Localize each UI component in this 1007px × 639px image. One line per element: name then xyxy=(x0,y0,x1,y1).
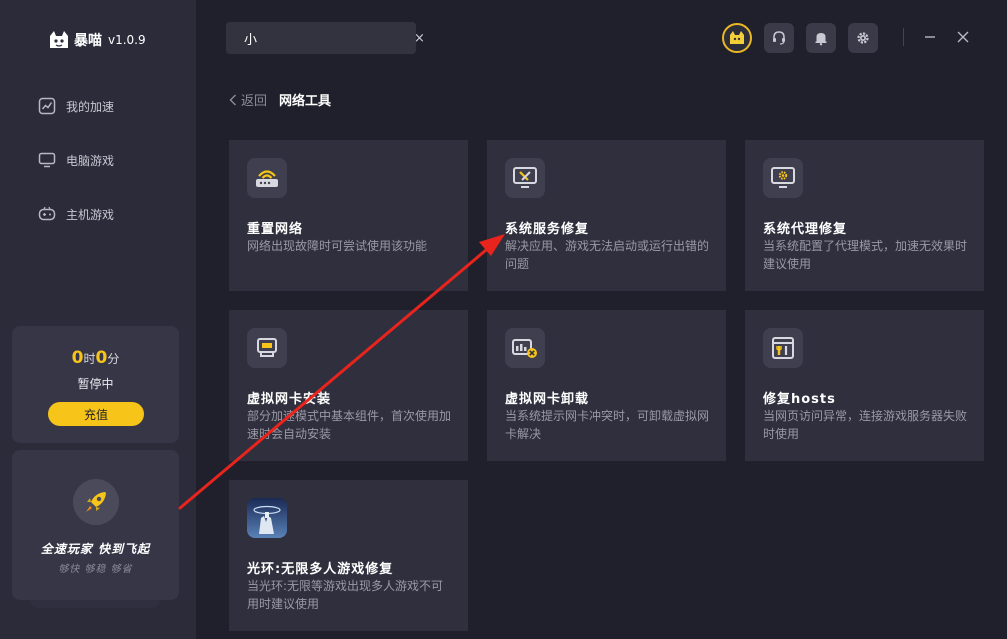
remaining-time: 0时0分 xyxy=(12,348,179,368)
headset-icon xyxy=(773,31,785,45)
sidebar-item-label: 我的加速 xyxy=(66,99,115,114)
clear-icon[interactable]: × xyxy=(414,31,425,46)
back-label: 返回 xyxy=(241,94,268,109)
tool-title: 虚拟网卡卸载 xyxy=(505,392,590,407)
tool-title: 光环:无限多人游戏修复 xyxy=(247,562,394,577)
monitor-gear-icon-wrap xyxy=(763,158,803,198)
browser-tools-icon-wrap xyxy=(763,328,803,368)
minimize-button[interactable] xyxy=(922,26,938,48)
close-button[interactable] xyxy=(954,26,972,48)
rocket-icon-wrap xyxy=(73,479,119,525)
cat-logo-icon xyxy=(50,31,68,48)
app-version: v1.0.9 xyxy=(108,33,146,47)
sidebar-item-label: 电脑游戏 xyxy=(66,153,115,168)
rocket-icon xyxy=(86,492,106,512)
tool-description: 当系统提示网卡冲突时，可卸载虚拟网卡解决 xyxy=(505,409,710,441)
tool-description: 解决应用、游戏无法启动或运行出错的问题 xyxy=(505,239,710,271)
tool-card-virtual-nic-uninstall[interactable]: 虚拟网卡卸载 当系统提示网卡冲突时，可卸载虚拟网卡解决 xyxy=(487,310,726,461)
sidebar-item-console-games[interactable]: 主机游戏 xyxy=(38,202,114,226)
browser-tools-icon xyxy=(772,337,794,359)
time-minutes: 0 xyxy=(95,348,108,368)
tool-card-virtual-nic-install[interactable]: 虚拟网卡安装 部分加速模式中基本组件，首次使用加速时会自动安装 xyxy=(229,310,468,461)
tool-description: 当光环:无限等游戏出现多人游戏不可用时建议使用 xyxy=(247,579,444,611)
router-icon xyxy=(256,170,278,187)
monitor-tools-icon xyxy=(513,167,537,188)
network-card-icon xyxy=(257,338,277,357)
search-box: × xyxy=(226,22,425,54)
tool-description: 网络出现故障时可尝试使用该功能 xyxy=(247,239,428,253)
acceleration-status: 暂停中 xyxy=(77,377,114,391)
promo-subtitle: 够快 够稳 够省 xyxy=(58,564,133,575)
promo-title: 全速玩家 快到飞起 xyxy=(40,542,151,556)
avatar-cat-icon xyxy=(730,31,744,44)
notifications-button[interactable] xyxy=(806,23,836,53)
time-card: 0时0分 暂停中 充值 xyxy=(12,326,179,443)
monitor-tools-icon-wrap xyxy=(505,158,545,198)
tool-title: 系统服务修复 xyxy=(505,222,590,237)
tool-card-repair-hosts[interactable]: 修复hosts 当网页访问异常，连接游戏服务器失败时使用 xyxy=(745,310,984,461)
tool-description: 部分加速模式中基本组件，首次使用加速时会自动安装 xyxy=(247,409,452,441)
tool-title: 虚拟网卡安装 xyxy=(247,392,332,407)
toolbar-divider xyxy=(903,28,904,46)
chevron-left-icon xyxy=(229,94,236,105)
time-minute-unit: 分 xyxy=(107,352,120,366)
tool-card-halo-infinite-repair[interactable]: 光环:无限多人游戏修复 当光环:无限等游戏出现多人游戏不可用时建议使用 xyxy=(229,480,468,631)
top-toolbar xyxy=(722,23,878,53)
breadcrumb: 返回 网络工具 xyxy=(229,90,331,109)
sidebar-item-my-acceleration[interactable]: 我的加速 xyxy=(38,94,114,118)
monitor-icon xyxy=(38,152,56,168)
bell-icon xyxy=(815,33,827,46)
settings-button[interactable] xyxy=(848,23,878,53)
monitor-gear-icon xyxy=(771,167,795,188)
minimize-icon xyxy=(925,36,935,38)
network-card-remove-icon xyxy=(512,339,537,358)
time-hour-unit: 时 xyxy=(83,352,96,366)
recharge-button[interactable]: 充值 xyxy=(48,402,144,426)
promo-card[interactable]: 全速玩家 快到飞起 够快 够稳 够省 xyxy=(12,450,179,600)
customer-service-button[interactable] xyxy=(764,23,794,53)
sidebar-item-pc-games[interactable]: 电脑游戏 xyxy=(38,148,114,172)
tool-title: 重置网络 xyxy=(247,222,304,237)
tool-card-system-service-repair[interactable]: 系统服务修复 解决应用、游戏无法启动或运行出错的问题 xyxy=(487,140,726,291)
app-logo: 暴喵 v1.0.9 xyxy=(48,30,146,50)
halo-game-icon-wrap xyxy=(247,498,287,538)
time-hours: 0 xyxy=(71,348,84,368)
tool-card-system-proxy-repair[interactable]: 系统代理修复 当系统配置了代理模式，加速无效果时建议使用 xyxy=(745,140,984,291)
search-input[interactable] xyxy=(244,30,414,46)
tool-description: 当网页访问异常，连接游戏服务器失败时使用 xyxy=(763,409,968,441)
sidebar-item-label: 主机游戏 xyxy=(66,207,115,222)
avatar[interactable] xyxy=(722,23,752,53)
close-icon xyxy=(957,31,969,43)
network-card-icon-wrap xyxy=(247,328,287,368)
sidebar-nav: 我的加速 电脑游戏 主机游戏 xyxy=(38,94,114,256)
gamepad-icon xyxy=(38,206,56,221)
tool-title: 系统代理修复 xyxy=(763,222,848,237)
sidebar: 暴喵 v1.0.9 我的加速 电脑游戏 主机游戏 0时0分 暂停中 充值 全速玩… xyxy=(0,0,196,639)
tool-card-reset-network[interactable]: 重置网络 网络出现故障时可尝试使用该功能 xyxy=(229,140,468,291)
back-button[interactable]: 返回 xyxy=(229,90,267,109)
network-card-remove-icon-wrap xyxy=(505,328,545,368)
app-name: 暴喵 xyxy=(74,33,102,49)
halo-game-icon xyxy=(247,498,287,538)
gear-icon xyxy=(857,32,869,44)
page-title: 网络工具 xyxy=(279,94,332,109)
router-icon-wrap xyxy=(247,158,287,198)
tool-title: 修复hosts xyxy=(763,392,836,407)
chart-icon xyxy=(38,97,56,115)
tool-description: 当系统配置了代理模式，加速无效果时建议使用 xyxy=(763,239,968,271)
